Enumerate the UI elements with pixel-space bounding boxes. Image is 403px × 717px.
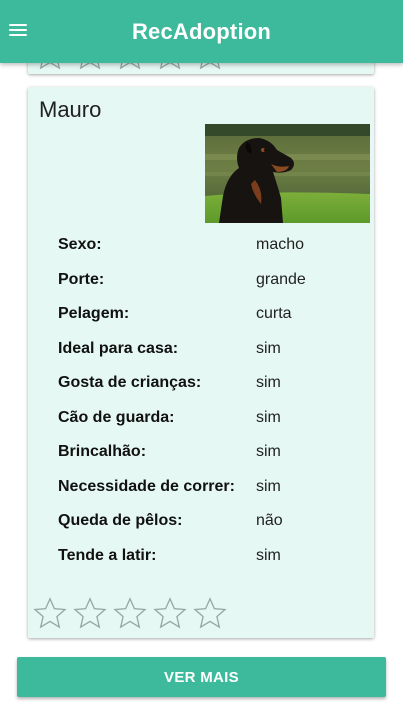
pet-name: Mauro [39, 97, 102, 122]
attribute-value: grande [256, 270, 306, 288]
rating-stars [32, 595, 232, 635]
attribute-label: Brincalhão: [58, 443, 147, 460]
attribute-row: Ideal para casa: sim [58, 340, 358, 375]
attribute-label: Cão de guarda: [58, 408, 175, 426]
pet-attributes: Sexo: macho Porte: grande Pelagem: curta… [58, 236, 358, 581]
attribute-label: Queda de pêlos: [58, 512, 183, 529]
star-icon[interactable] [112, 595, 152, 635]
attribute-row: Gosta de crianças: sim [58, 374, 358, 409]
star-icon[interactable] [152, 595, 192, 635]
star-icon[interactable] [72, 595, 112, 635]
attribute-value: sim [256, 339, 281, 357]
attribute-value: não [256, 512, 283, 529]
attribute-value: macho [256, 236, 305, 253]
attribute-row: Brincalhão: sim [58, 443, 358, 478]
app-bar: RecAdoption [0, 0, 403, 63]
app-title: RecAdoption [131, 19, 272, 44]
attribute-value: sim [256, 477, 281, 495]
attribute-row: Sexo: macho [58, 236, 358, 271]
pet-card: Mauro Sexo: macho Porte: grande Pelagem:… [28, 87, 374, 638]
pet-photo [205, 124, 370, 223]
rottweiler-dog-photo [205, 124, 370, 223]
attribute-row: Necessidade de correr: sim [58, 478, 358, 513]
attribute-row: Porte: grande [58, 271, 358, 306]
attribute-value: sim [256, 374, 281, 391]
see-more-button[interactable]: VER MAIS [17, 657, 386, 697]
star-icon[interactable] [192, 595, 232, 635]
star-icon[interactable] [32, 595, 72, 635]
attribute-label: Necessidade de correr: [58, 477, 235, 495]
attribute-label: Pelagem: [58, 305, 130, 322]
attribute-value: curta [256, 305, 292, 322]
attribute-label: Tende a latir: [58, 546, 157, 564]
attribute-row: Tende a latir: sim [58, 547, 358, 582]
attribute-row: Queda de pêlos: não [58, 512, 358, 547]
attribute-value: sim [256, 443, 281, 460]
attribute-label: Ideal para casa: [58, 339, 179, 357]
attribute-label: Porte: [58, 270, 105, 288]
attribute-label: Sexo: [58, 236, 102, 253]
attribute-row: Pelagem: curta [58, 305, 358, 340]
attribute-value: sim [256, 408, 281, 426]
attribute-value: sim [256, 546, 281, 564]
attribute-row: Cão de guarda: sim [58, 409, 358, 444]
attribute-label: Gosta de crianças: [58, 374, 202, 391]
